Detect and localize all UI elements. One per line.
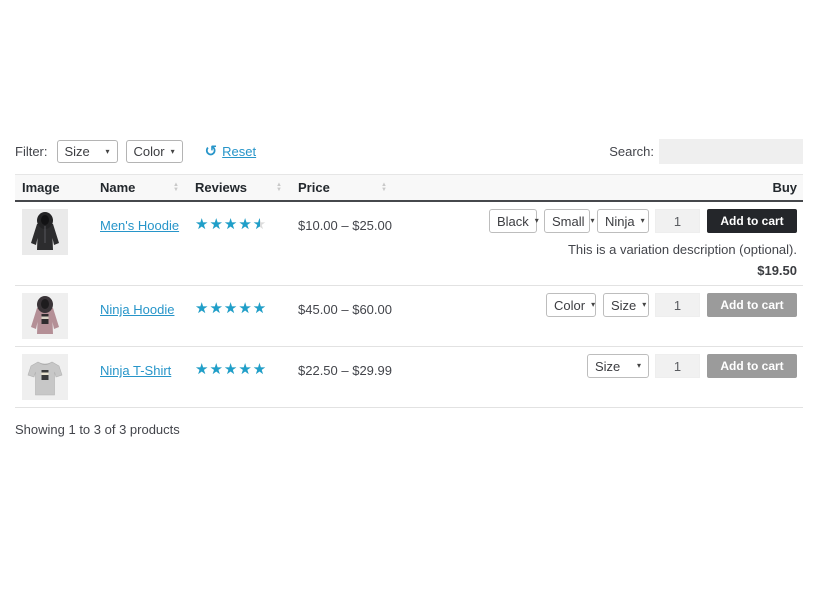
star-rating: ★★★★★ ★★★★★ (195, 362, 267, 377)
product-name-cell: Ninja Hoodie (93, 293, 188, 339)
variation-description: This is a variation description (optiona… (568, 242, 797, 257)
product-image-mens-hoodie[interactable] (22, 209, 68, 255)
product-name-link[interactable]: Ninja Hoodie (100, 293, 174, 317)
star-rating-fill: ★★★★★ (195, 301, 267, 316)
product-price-cell: $22.50 – $29.99 (291, 354, 396, 400)
table-header-row: Image Name ▲ ▼ Reviews ▲ ▼ Price ▲ (15, 174, 803, 202)
star-rating: ★★★★★ ★★★★★ (195, 301, 267, 316)
toolbar: Filter: Size ▾ Color ▾ ↺ Reset Search: (15, 139, 803, 164)
product-reviews-cell: ★★★★★ ★★★★★ (188, 293, 291, 339)
product-buy-cell: Color ▾ Size ▾ Add to cart (396, 293, 803, 339)
variation-dropdown-color[interactable]: Color ▾ (546, 293, 596, 317)
add-to-cart-button[interactable]: Add to cart (707, 293, 797, 317)
sort-icon[interactable]: ▲ ▼ (276, 183, 282, 193)
variation-dropdown-size[interactable]: Small ▾ (544, 209, 590, 233)
color-filter-value: Color (134, 144, 165, 159)
sort-desc-icon: ▼ (276, 188, 282, 193)
variation-dropdown-value: Size (595, 359, 620, 374)
star-rating-fill: ★★★★★ (195, 217, 260, 232)
product-name-link[interactable]: Ninja T-Shirt (100, 354, 171, 378)
column-header-reviews-label: Reviews (195, 180, 247, 195)
product-price: $45.00 – $60.00 (298, 302, 392, 317)
search-label: Search: (609, 144, 654, 159)
chevron-down-icon: ▾ (535, 217, 539, 225)
column-header-buy: Buy (396, 180, 803, 195)
size-filter-dropdown[interactable]: Size ▾ (57, 140, 118, 163)
product-name-cell: Men's Hoodie (93, 209, 188, 278)
chevron-down-icon: ▾ (642, 301, 646, 309)
sort-desc-icon: ▼ (381, 188, 387, 193)
variation-dropdown-value: Small (552, 214, 585, 229)
chevron-down-icon: ▾ (591, 301, 595, 309)
product-image-cell (15, 293, 93, 339)
reset-label: Reset (222, 144, 256, 159)
variation-dropdown-size[interactable]: Size ▾ (603, 293, 649, 317)
column-header-image-label: Image (22, 180, 60, 195)
quantity-input[interactable] (655, 209, 700, 233)
sort-desc-icon: ▼ (173, 188, 179, 193)
product-image-cell (15, 354, 93, 400)
product-buy-cell: Black ▾ Small ▾ Ninja ▾ Add to cart This… (396, 209, 803, 278)
variation-dropdown-value: Ninja (605, 214, 635, 229)
column-header-image: Image (15, 180, 93, 195)
product-price: $10.00 – $25.00 (298, 218, 392, 233)
filter-bar: Filter: Size ▾ Color ▾ ↺ Reset (15, 140, 256, 163)
filter-label: Filter: (15, 144, 48, 159)
variation-dropdown-size[interactable]: Size ▾ (587, 354, 649, 378)
search-bar: Search: (609, 139, 803, 164)
buy-widgets: Size ▾ Add to cart (580, 354, 797, 378)
add-to-cart-button[interactable]: Add to cart (707, 209, 797, 233)
chevron-down-icon: ▾ (591, 217, 595, 225)
add-to-cart-button[interactable]: Add to cart (707, 354, 797, 378)
column-header-reviews[interactable]: Reviews ▲ ▼ (188, 180, 291, 195)
chevron-down-icon: ▾ (637, 362, 641, 370)
reset-icon: ↺ (205, 144, 218, 159)
column-header-buy-label: Buy (772, 180, 797, 195)
chevron-down-icon: ▾ (641, 217, 645, 225)
product-name-link[interactable]: Men's Hoodie (100, 209, 179, 233)
size-filter-value: Size (65, 144, 90, 159)
product-image-ninja-hoodie[interactable] (22, 293, 68, 339)
column-header-price-label: Price (298, 180, 330, 195)
sort-icon[interactable]: ▲ ▼ (173, 183, 179, 193)
color-filter-dropdown[interactable]: Color ▾ (126, 140, 183, 163)
column-header-name[interactable]: Name ▲ ▼ (93, 180, 188, 195)
product-buy-cell: Size ▾ Add to cart (396, 354, 803, 400)
buy-widgets: Color ▾ Size ▾ Add to cart (539, 293, 797, 317)
reset-filters-link[interactable]: ↺ Reset (205, 144, 257, 159)
table-row: Ninja Hoodie ★★★★★ ★★★★★ $45.00 – $60.00… (15, 286, 803, 347)
variation-dropdown-color[interactable]: Black ▾ (489, 209, 537, 233)
quantity-input[interactable] (655, 293, 700, 317)
results-count-status: Showing 1 to 3 of 3 products (15, 422, 803, 437)
column-header-price[interactable]: Price ▲ ▼ (291, 180, 396, 195)
product-price-cell: $45.00 – $60.00 (291, 293, 396, 339)
product-table: Image Name ▲ ▼ Reviews ▲ ▼ Price ▲ (15, 174, 803, 408)
variation-dropdown-value: Black (497, 214, 529, 229)
buy-widgets: Black ▾ Small ▾ Ninja ▾ Add to cart (482, 209, 797, 233)
star-rating: ★★★★★ ★★★★★ (195, 217, 267, 232)
sort-icon[interactable]: ▲ ▼ (381, 183, 387, 193)
variation-dropdown-value: Color (554, 298, 585, 313)
product-price: $22.50 – $29.99 (298, 363, 392, 378)
product-price-cell: $10.00 – $25.00 (291, 209, 396, 278)
quantity-input[interactable] (655, 354, 700, 378)
chevron-down-icon: ▾ (105, 148, 109, 156)
product-reviews-cell: ★★★★★ ★★★★★ (188, 209, 291, 278)
search-input[interactable] (659, 139, 803, 164)
table-row: Men's Hoodie ★★★★★ ★★★★★ $10.00 – $25.00… (15, 202, 803, 286)
variation-dropdown-logo[interactable]: Ninja ▾ (597, 209, 649, 233)
variation-dropdown-value: Size (611, 298, 636, 313)
product-image-cell (15, 209, 93, 278)
product-reviews-cell: ★★★★★ ★★★★★ (188, 354, 291, 400)
chevron-down-icon: ▾ (171, 148, 175, 156)
column-header-name-label: Name (100, 180, 135, 195)
product-table-page: Filter: Size ▾ Color ▾ ↺ Reset Search: I… (0, 0, 820, 437)
variation-price: $19.50 (757, 263, 797, 278)
product-name-cell: Ninja T-Shirt (93, 354, 188, 400)
star-rating-fill: ★★★★★ (195, 362, 267, 377)
product-image-ninja-tshirt[interactable] (22, 354, 68, 400)
table-row: Ninja T-Shirt ★★★★★ ★★★★★ $22.50 – $29.9… (15, 347, 803, 408)
